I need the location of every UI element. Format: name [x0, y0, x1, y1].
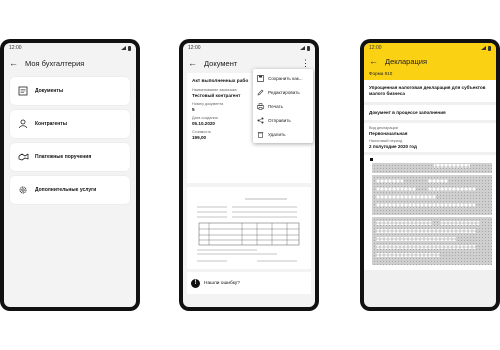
type-value: Первоначальная [369, 131, 408, 137]
status-bar: 12:00 [4, 43, 136, 53]
menu-label: Печать [268, 103, 284, 109]
declaration-form-preview [364, 155, 496, 271]
menu-label: Сохранить как... [268, 75, 303, 81]
signal-icon [300, 46, 305, 50]
signal-icon [481, 46, 486, 50]
menu-item-documents[interactable]: Документы [10, 77, 130, 105]
status-text: Документ в процессе заполнения [364, 105, 496, 121]
handshake-icon [17, 151, 29, 163]
phone-frame-declaration: 12:00 ← Декларация Форма 910 Упрощенная … [360, 39, 500, 311]
menu-label: Отправить [268, 117, 291, 123]
back-arrow-icon[interactable]: ← [9, 58, 18, 68]
status-bar: 12:00 [364, 43, 496, 53]
context-menu: Сохранить как... Редактировать Печать От… [253, 69, 313, 143]
status-time: 12:00 [188, 45, 201, 51]
phone-frame-document: 12:00 ← Документ ⋮ Акт выполненных рабо … [179, 39, 319, 311]
back-arrow-icon[interactable]: ← [369, 56, 378, 66]
document-preview [187, 187, 311, 269]
status-bar: 12:00 [183, 43, 315, 53]
menu-item-extra-services[interactable]: Дополнительные услуги [10, 176, 130, 204]
screen-declaration: 12:00 ← Декларация Форма 910 Упрощенная … [364, 43, 496, 307]
status-time: 12:00 [369, 45, 382, 51]
declaration-title: Упрощенная налоговая декларация для субъ… [364, 80, 496, 103]
person-icon [17, 118, 29, 130]
page-title: Моя бухгалтерия [25, 58, 85, 68]
trash-icon [257, 131, 264, 138]
report-error-label: Нашли ошибку? [204, 280, 240, 286]
period-label: Налоговый период [369, 139, 403, 144]
menu-item-counterparties[interactable]: Контрагенты [10, 110, 130, 138]
menu-item-label: Дополнительные услуги [35, 187, 97, 193]
edit-icon [257, 89, 264, 96]
menu-item-payment-orders[interactable]: Платежные поручения [10, 143, 130, 171]
signal-icon [121, 46, 126, 50]
menu-label: Редактировать [268, 89, 300, 95]
alert-icon: ! [191, 278, 200, 288]
menu-label: Удалить [268, 131, 286, 137]
menu-edit[interactable]: Редактировать [253, 85, 313, 99]
menu-item-label: Документы [35, 88, 64, 94]
menu-item-label: Контрагенты [35, 121, 68, 127]
battery-icon [128, 45, 131, 51]
page-title: Документ [204, 58, 238, 68]
declaration-info: Вид декларации Первоначальная Налоговый … [364, 123, 496, 153]
battery-icon [307, 45, 310, 51]
print-icon [257, 102, 264, 110]
screen-main-menu: 12:00 ← Моя бухгалтерия Документы Контра… [4, 43, 136, 307]
period-value: 2 полугодие 2020 год [369, 144, 417, 150]
menu-print[interactable]: Печать [253, 99, 313, 113]
app-bar: ← Декларация [364, 53, 496, 69]
documents-icon [17, 85, 29, 97]
menu-share[interactable]: Отправить [253, 113, 313, 127]
more-vert-icon[interactable]: ⋮ [301, 58, 310, 68]
report-error-button[interactable]: ! Нашли ошибку? [187, 272, 311, 294]
page-title: Декларация [385, 56, 428, 66]
form-label: Форма 910 [369, 71, 393, 76]
screen-document: 12:00 ← Документ ⋮ Акт выполненных рабо … [183, 43, 315, 307]
back-arrow-icon[interactable]: ← [188, 58, 197, 68]
battery-icon [488, 45, 491, 51]
share-icon [257, 117, 264, 124]
app-bar: ← Моя бухгалтерия [4, 53, 136, 73]
menu-save-as[interactable]: Сохранить как... [253, 71, 313, 85]
save-icon [257, 74, 264, 82]
status-time: 12:00 [9, 45, 22, 51]
gear-icon [17, 184, 29, 196]
header-area: 12:00 ← Декларация Форма 910 [364, 43, 496, 80]
type-label: Вид декларации [369, 126, 398, 131]
menu-delete[interactable]: Удалить [253, 127, 313, 141]
phone-frame-main-menu: 12:00 ← Моя бухгалтерия Документы Контра… [0, 39, 140, 311]
menu-item-label: Платежные поручения [35, 154, 92, 160]
